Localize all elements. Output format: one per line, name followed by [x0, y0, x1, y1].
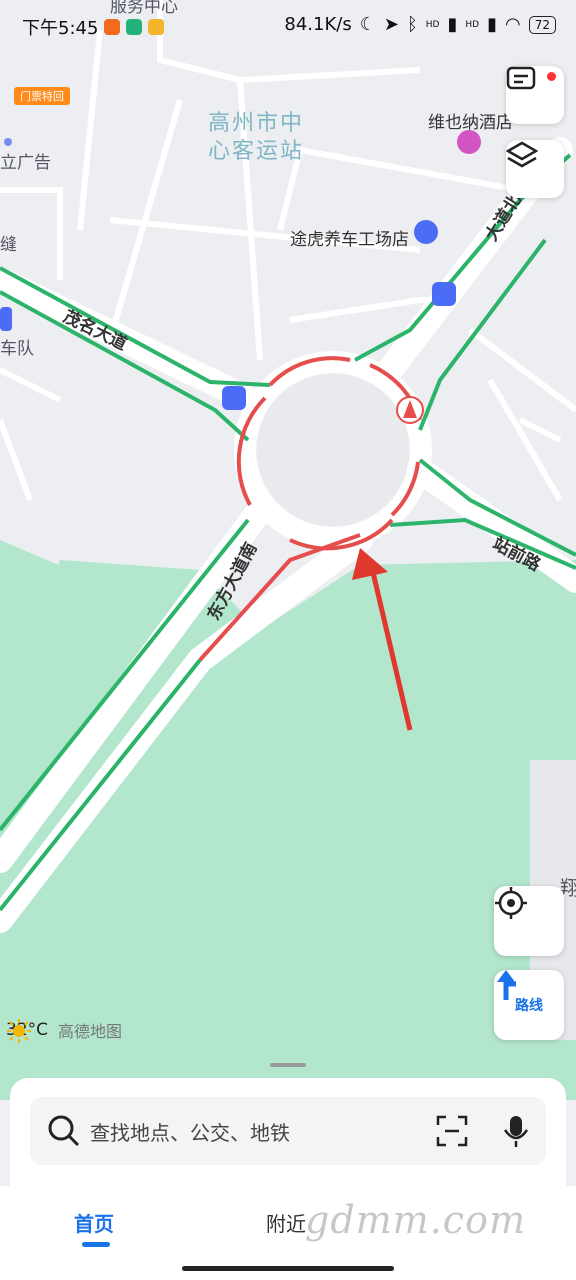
- battery-indicator: 72: [528, 15, 556, 34]
- hotel-pin-icon: [457, 130, 481, 154]
- messages-button[interactable]: [506, 66, 564, 124]
- network-speed: 84.1K/s: [284, 14, 352, 35]
- message-icon: [506, 66, 536, 90]
- locate-icon: [495, 887, 527, 919]
- search-icon: [48, 1115, 80, 1147]
- poi-feng[interactable]: 缝: [0, 230, 17, 255]
- search-placeholder[interactable]: 查找地点、公交、地铁: [90, 1117, 290, 1146]
- watermark: gdmm.com: [305, 1198, 526, 1242]
- brand-logo: 高德地图: [58, 1022, 123, 1041]
- garage-pin-icon: [414, 220, 438, 244]
- app-notification-icon: [126, 19, 143, 35]
- bluetooth-icon: ᛒ: [406, 14, 418, 35]
- clock: 下午5:45: [22, 18, 99, 39]
- sheet-drag-handle[interactable]: [270, 1063, 306, 1067]
- poi-ad[interactable]: 立广告: [0, 148, 51, 173]
- weather-widget: 32°C 高德地图: [6, 1018, 123, 1043]
- ticket-badge[interactable]: 门票特回: [14, 87, 70, 105]
- tab-home-indicator: [82, 1242, 110, 1247]
- app-notification-icon: [148, 19, 165, 35]
- home-indicator[interactable]: [182, 1266, 394, 1271]
- status-bar: 下午5:45 84.1K/s ☾ ➤ ᛒ HD ▮ HD ▮ ◠ 72: [0, 0, 576, 50]
- wifi-icon: ◠: [505, 14, 521, 35]
- layers-button[interactable]: [506, 140, 564, 198]
- moon-icon: ☾: [359, 14, 376, 35]
- hd-tag: HD: [465, 19, 480, 30]
- sun-icon: [7, 1019, 31, 1043]
- search-bar[interactable]: 查找地点、公交、地铁: [30, 1097, 546, 1165]
- app-notification-icon: [104, 19, 121, 35]
- route-arrow-icon: [497, 970, 516, 1000]
- tab-home[interactable]: 首页: [74, 1208, 114, 1237]
- location-icon: ➤: [383, 14, 399, 35]
- locate-button[interactable]: [494, 886, 564, 956]
- map-canvas[interactable]: 门票特回 服务中心 立广告 缝 车队 高州市中 心客运站 维也纳酒店 途虎养车工…: [0, 0, 576, 1100]
- poi-station-line1[interactable]: 高州市中: [208, 110, 304, 138]
- notification-dot: [547, 72, 556, 81]
- roundabout-center: [257, 374, 409, 526]
- signal-icon: ▮: [487, 14, 497, 35]
- poi-dot: [4, 138, 12, 146]
- poi-team[interactable]: 车队: [0, 334, 34, 359]
- hd-tag: HD: [425, 19, 440, 30]
- route-button[interactable]: 路线: [494, 970, 564, 1040]
- traffic-cone-icon: [396, 396, 424, 424]
- microphone-icon[interactable]: [502, 1114, 530, 1148]
- signal-icon: ▮: [447, 14, 458, 35]
- scan-icon[interactable]: [436, 1115, 468, 1147]
- layers-icon: [506, 141, 538, 168]
- poi-hotel[interactable]: 维也纳酒店: [428, 108, 513, 133]
- poi-garage[interactable]: 途虎养车工场店: [290, 225, 409, 250]
- poi-station-line2[interactable]: 心客运站: [208, 138, 304, 166]
- tab-nearby[interactable]: 附近: [266, 1208, 306, 1237]
